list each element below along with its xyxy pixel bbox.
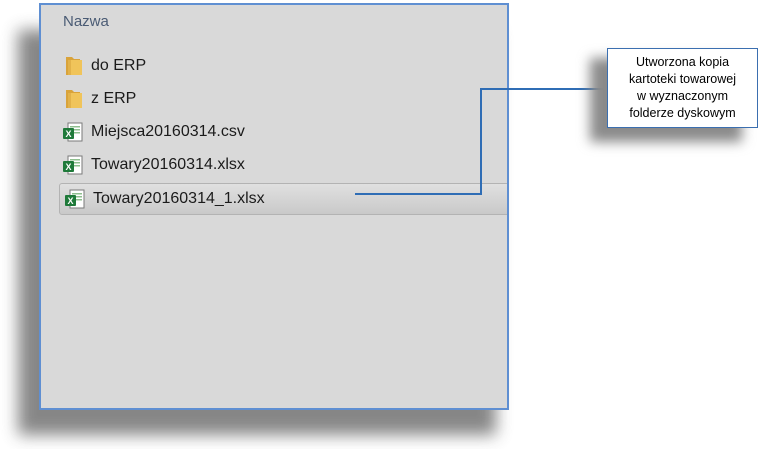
excel-file-icon: X <box>61 153 85 177</box>
list-item-file-selected[interactable]: X Towary20160314_1.xlsx <box>59 183 507 215</box>
list-item-label: Towary20160314_1.xlsx <box>93 190 265 207</box>
callout-line: w wyznaczonym <box>637 89 728 103</box>
callout-line: Utworzona kopia <box>635 55 730 69</box>
stage: Nazwa do ERP z ERP X Miejsca20160314.csv… <box>0 0 764 449</box>
svg-text:X: X <box>67 196 73 206</box>
folder-icon <box>61 54 85 78</box>
excel-file-icon: X <box>61 120 85 144</box>
list-item-label: z ERP <box>91 90 137 107</box>
explorer-file-list[interactable]: Nazwa do ERP z ERP X Miejsca20160314.csv… <box>39 3 509 410</box>
folder-icon <box>61 87 85 111</box>
list-item-label: do ERP <box>91 57 147 74</box>
svg-text:X: X <box>65 129 71 139</box>
annotation-callout: Utworzona kopia kartoteki towarowej w wy… <box>607 48 758 128</box>
list-item-label: Miejsca20160314.csv <box>91 123 245 140</box>
list-item-folder[interactable]: do ERP <box>61 52 146 80</box>
list-item-file[interactable]: X Miejsca20160314.csv <box>61 118 245 146</box>
column-header-name[interactable]: Nazwa <box>63 13 109 30</box>
excel-file-icon: X <box>63 187 87 211</box>
list-item-label: Towary20160314.xlsx <box>91 156 245 173</box>
list-item-folder[interactable]: z ERP <box>61 85 136 113</box>
list-item-file[interactable]: X Towary20160314.xlsx <box>61 151 245 179</box>
svg-text:X: X <box>65 162 71 172</box>
callout-line: folderze dyskowym <box>629 106 736 120</box>
callout-line: kartoteki towarowej <box>629 72 736 86</box>
